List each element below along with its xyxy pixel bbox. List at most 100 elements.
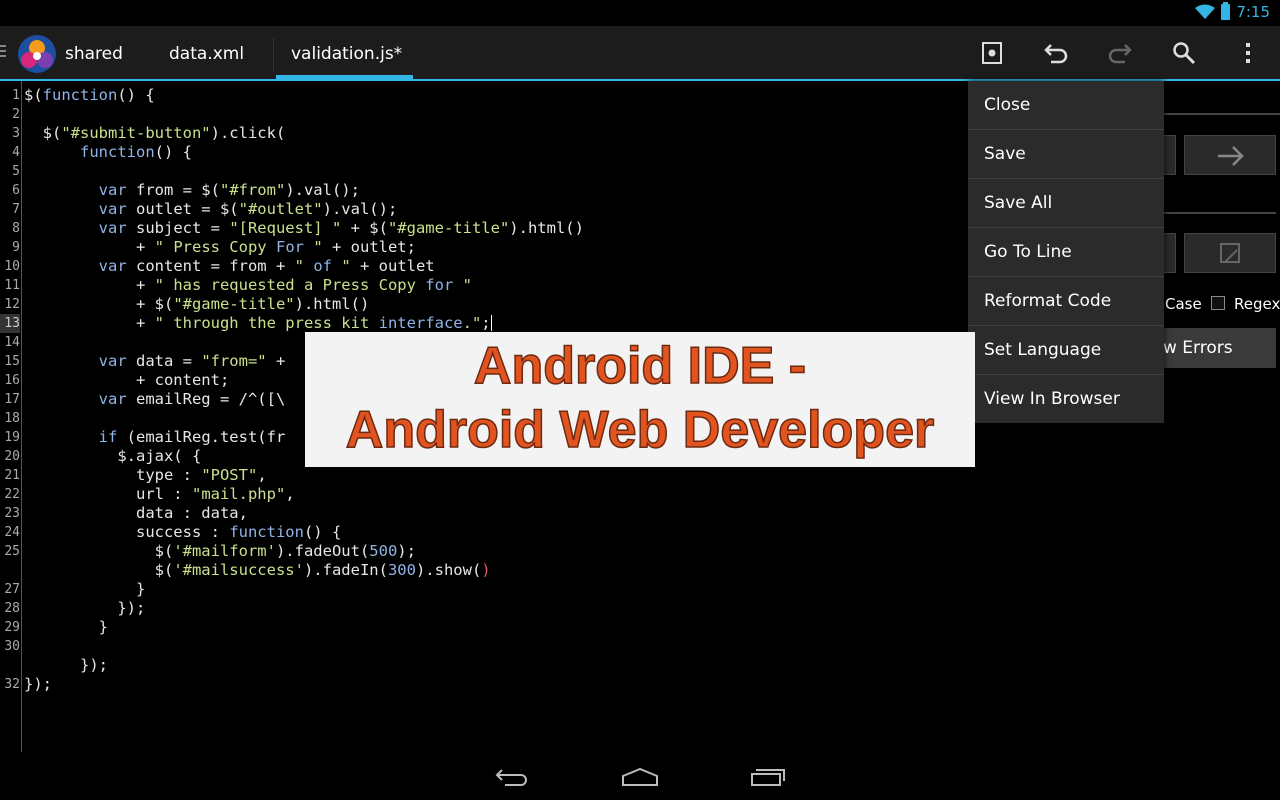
code-line: + " Press Copy For " + outlet;	[24, 238, 416, 256]
tab-validation-js[interactable]: validation.js*	[291, 44, 402, 64]
code-line: var subject = "[Request] " + $("#game-ti…	[98, 219, 584, 237]
line-number: 19	[4, 430, 20, 445]
tab-data-xml[interactable]: data.xml	[169, 44, 244, 64]
code-line: var from = $("#from").val();	[98, 181, 360, 199]
app-title[interactable]: shared	[65, 44, 123, 64]
home-icon	[622, 767, 658, 786]
find-prev-button[interactable]	[1163, 135, 1176, 175]
line-number: 9	[12, 240, 20, 255]
status-bar: 7:15	[0, 0, 1280, 26]
code-line: $('#mailform').fadeOut(500);	[24, 542, 416, 560]
overflow-menu-button[interactable]	[1228, 36, 1268, 70]
code-line: $(function() {	[24, 86, 155, 104]
line-number: 12	[4, 297, 20, 312]
code-line: data : data,	[24, 504, 248, 522]
line-number: 25	[4, 544, 20, 559]
code-line: $('#mailsuccess').fadeIn(300).show()	[24, 561, 491, 579]
line-number: 27	[4, 582, 20, 597]
line-number: 29	[4, 620, 20, 635]
snippet-button[interactable]	[972, 36, 1012, 70]
menu-item-reformat-code[interactable]: Reformat Code	[968, 277, 1164, 326]
line-number: 1	[12, 88, 20, 103]
code-line: var content = from + " of " + outlet	[98, 257, 435, 275]
code-line: if (emailReg.test(fr	[98, 428, 286, 446]
search-icon	[1173, 42, 1196, 65]
code-line: var emailReg = /^([\	[98, 390, 286, 408]
menu-item-set-language[interactable]: Set Language	[968, 326, 1164, 375]
line-number: 5	[12, 164, 20, 179]
line-number: 32	[4, 677, 20, 692]
code-line: $.ajax( {	[24, 447, 202, 465]
code-line: var data = "from=" +	[98, 352, 286, 370]
code-line: $("#submit-button").click(	[24, 124, 286, 142]
arrow-right-icon	[1218, 146, 1244, 166]
document-icon	[982, 42, 1002, 64]
back-button[interactable]	[488, 762, 536, 792]
app-logo-icon[interactable]	[15, 34, 59, 74]
line-number: 17	[4, 392, 20, 407]
wifi-icon	[1195, 4, 1216, 19]
search-button[interactable]	[1164, 36, 1204, 70]
replace-all-icon	[1220, 243, 1240, 263]
replace-button[interactable]	[1163, 233, 1176, 273]
up-indicator-icon[interactable]	[0, 42, 8, 62]
line-number: 28	[4, 601, 20, 616]
overflow-menu: Close Save Save All Go To Line Reformat …	[968, 81, 1164, 423]
line-number: 18	[4, 411, 20, 426]
line-number: 23	[4, 506, 20, 521]
code-line: type : "POST",	[24, 466, 267, 484]
more-vert-icon	[1246, 43, 1250, 63]
show-errors-label: w Errors	[1163, 338, 1233, 358]
line-number: 6	[12, 183, 20, 198]
line-number: 20	[4, 449, 20, 464]
menu-item-close[interactable]: Close	[968, 81, 1164, 130]
show-errors-button[interactable]: w Errors	[1163, 328, 1276, 368]
find-field[interactable]	[1163, 85, 1280, 115]
text-caret	[490, 315, 492, 331]
recent-apps-button[interactable]	[744, 762, 792, 792]
battery-icon	[1221, 2, 1231, 20]
line-number: 7	[12, 202, 20, 217]
redo-button[interactable]	[1100, 36, 1140, 70]
line-number: 21	[4, 468, 20, 483]
undo-button[interactable]	[1036, 36, 1076, 70]
regex-checkbox[interactable]	[1211, 296, 1225, 310]
menu-item-save[interactable]: Save	[968, 130, 1164, 179]
title-banner: Android IDE - Android Web Developer	[305, 332, 975, 467]
home-button[interactable]	[616, 762, 664, 792]
redo-icon	[1108, 44, 1132, 64]
code-line: });	[24, 675, 52, 693]
banner-line-2: Android Web Developer	[345, 400, 935, 460]
code-line: + $("#game-title").html()	[24, 295, 370, 313]
tab-divider	[273, 38, 274, 72]
back-icon	[495, 769, 527, 786]
match-case-label: Case	[1165, 295, 1202, 313]
line-number: 30	[4, 639, 20, 654]
line-number: 22	[4, 487, 20, 502]
replace-field[interactable]	[1163, 190, 1276, 214]
line-number-current: 13	[0, 314, 20, 333]
code-line: success : function() {	[24, 523, 342, 541]
clock: 7:15	[1236, 3, 1270, 21]
line-number: 2	[12, 107, 20, 122]
menu-item-view-in-browser[interactable]: View In Browser	[968, 375, 1164, 424]
line-number: 24	[4, 525, 20, 540]
line-number: 8	[12, 221, 20, 236]
code-line: }	[24, 618, 108, 636]
undo-icon	[1044, 44, 1068, 64]
code-line: var outlet = $("#outlet").val();	[98, 200, 398, 218]
status-icons: 7:15	[1195, 2, 1270, 21]
line-number: 15	[4, 354, 20, 369]
code-line-current: + " through the press kit interface.";	[24, 314, 492, 332]
code-line: }	[24, 580, 146, 598]
line-number: 14	[4, 335, 20, 350]
menu-item-go-to-line[interactable]: Go To Line	[968, 228, 1164, 277]
find-next-button[interactable]	[1184, 135, 1276, 175]
line-number: 16	[4, 373, 20, 388]
code-line: });	[24, 656, 108, 674]
line-number: 11	[4, 278, 20, 293]
code-line: });	[24, 599, 146, 617]
replace-all-button[interactable]	[1184, 233, 1276, 273]
regex-label: Regex	[1234, 295, 1280, 313]
menu-item-save-all[interactable]: Save All	[968, 179, 1164, 228]
